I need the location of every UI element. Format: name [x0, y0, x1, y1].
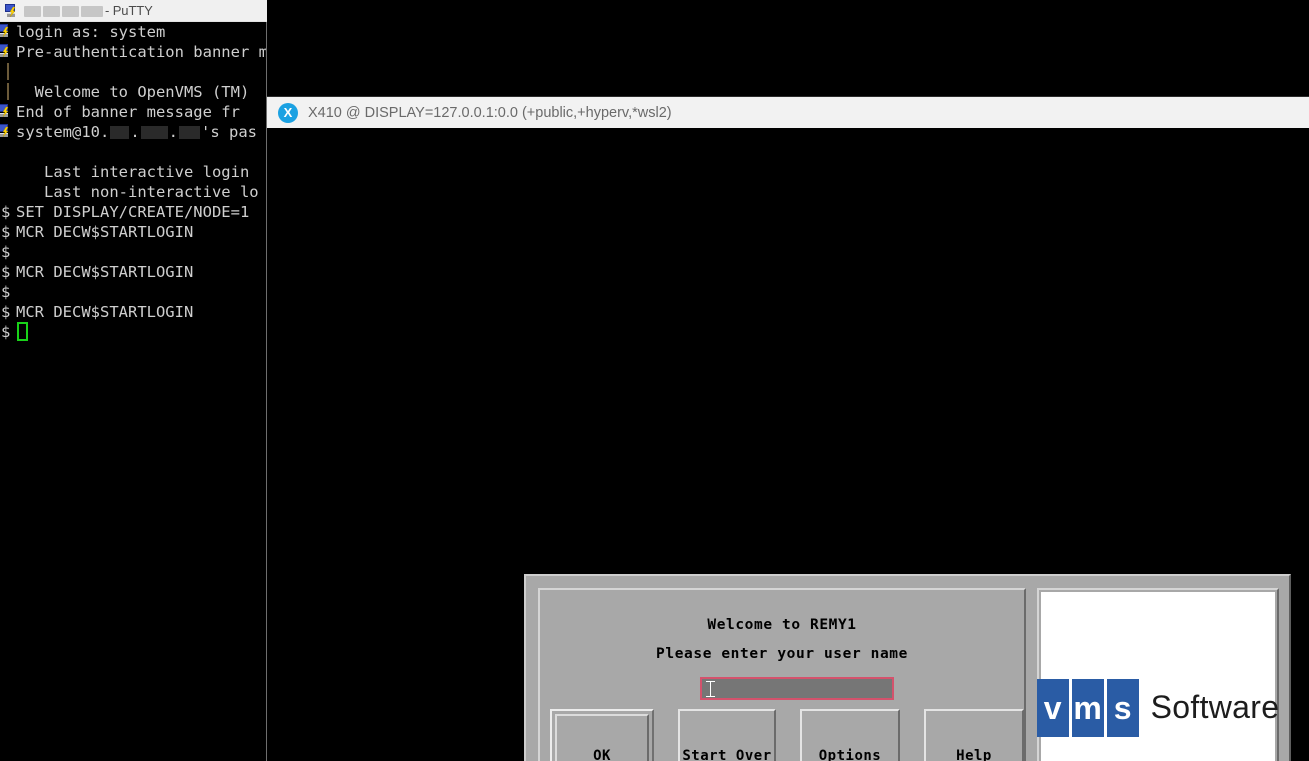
terminal-cursor [17, 322, 28, 341]
putty-icon [0, 22, 16, 42]
terminal-prompt-dollar: $ [0, 302, 16, 322]
terminal-line-text: SET DISPLAY/CREATE/NODE=1 [16, 202, 249, 222]
terminal-line [0, 142, 16, 162]
putty-icon [0, 42, 16, 62]
terminal-line-text: Pre-authentication banner message from s… [16, 42, 266, 62]
terminal-line: $ [0, 282, 16, 302]
terminal-line: Welcome to OpenVMS (TM) [0, 82, 249, 102]
dialog-button-row: OK Start Over Options Help [550, 709, 1018, 761]
vms-logo-letter-v: v [1037, 679, 1069, 737]
start-over-button[interactable]: Start Over [678, 709, 776, 761]
ok-button[interactable]: OK [550, 709, 654, 761]
terminal-line-text: MCR DECW$STARTLOGIN [16, 222, 193, 242]
putty-title-text: - PuTTY [24, 3, 153, 18]
redacted-host-3 [62, 6, 79, 17]
x410-title-text: X410 @ DISPLAY=127.0.0.1:0.0 (+public,+h… [308, 105, 672, 121]
login-dialog-inner: Welcome to REMY1 Please enter your user … [538, 588, 1279, 761]
terminal-prompt-dollar: $ [0, 222, 16, 242]
terminal-prompt-dollar: $ [0, 242, 16, 262]
putty-window: - PuTTY login as: systemPre-authenticati… [0, 0, 267, 761]
terminal-gutter-bar [0, 82, 16, 102]
terminal-line: $MCR DECW$STARTLOGIN [0, 302, 193, 322]
terminal-line [0, 62, 16, 82]
redacted-ip-octet [179, 126, 200, 139]
terminal-gutter-bar [0, 62, 16, 82]
redacted-host-2 [43, 6, 60, 17]
terminal-prompt-dollar: $ [0, 322, 16, 342]
help-button[interactable]: Help [924, 709, 1024, 761]
vms-software-logo: v m s Software [1037, 679, 1280, 737]
terminal-line-text: MCR DECW$STARTLOGIN [16, 302, 193, 322]
x410-x-icon: X [278, 103, 298, 123]
welcome-label: Welcome to REMY1 [540, 617, 1024, 633]
x410-titlebar[interactable]: X X410 @ DISPLAY=127.0.0.1:0.0 (+public,… [267, 96, 1309, 128]
redacted-ip-octet [141, 126, 168, 139]
vms-logo-word: Software [1151, 689, 1280, 726]
redacted-host-4 [81, 6, 103, 17]
terminal-line-text: system@10...'s pas [16, 122, 257, 142]
terminal-line: Pre-authentication banner message from s… [0, 42, 266, 62]
vms-logo-panel: v m s Software [1041, 592, 1275, 761]
terminal-line-text: MCR DECW$STARTLOGIN [16, 262, 193, 282]
terminal-line: $MCR DECW$STARTLOGIN [0, 262, 193, 282]
vms-logo-letter-m: m [1072, 679, 1104, 737]
terminal-prompt-dollar: $ [0, 282, 16, 302]
decwindows-login-dialog: Welcome to REMY1 Please enter your user … [524, 574, 1291, 761]
screen: - PuTTY login as: systemPre-authenticati… [0, 0, 1309, 761]
terminal-gutter-empty [0, 162, 16, 182]
button-label: Options [819, 748, 882, 761]
terminal-line: $ [0, 242, 16, 262]
terminal-gutter-empty [0, 182, 16, 202]
terminal-gutter-empty [0, 142, 16, 162]
terminal-line-text: Last interactive login [16, 162, 249, 182]
options-button[interactable]: Options [800, 709, 900, 761]
terminal-line: $SET DISPLAY/CREATE/NODE=1 [0, 202, 249, 222]
terminal-line: $MCR DECW$STARTLOGIN [0, 222, 193, 242]
x410-canvas: Welcome to REMY1 Please enter your user … [267, 128, 1309, 761]
terminal-line: $ [0, 322, 16, 342]
redacted-ip-octet [110, 126, 129, 139]
putty-icon [0, 122, 16, 142]
terminal-line-text: End of banner message fr [16, 102, 240, 122]
terminal-line-text: Welcome to OpenVMS (TM) [16, 82, 249, 102]
username-input[interactable] [700, 677, 894, 700]
login-form-panel: Welcome to REMY1 Please enter your user … [538, 588, 1026, 761]
logo-panel-frame: v m s Software [1037, 588, 1279, 761]
vms-logo-letter-s: s [1107, 679, 1139, 737]
terminal-prompt-dollar: $ [0, 262, 16, 282]
username-prompt-label: Please enter your user name [540, 646, 1024, 662]
terminal-line: Last interactive login [0, 162, 249, 182]
terminal-line: End of banner message fr [0, 102, 240, 122]
terminal-line-text: login as: system [16, 22, 165, 42]
terminal-line: Last non-interactive lo [0, 182, 259, 202]
putty-title-suffix: - PuTTY [105, 3, 153, 18]
putty-icon [0, 102, 16, 122]
terminal-line-text: Last non-interactive lo [16, 182, 259, 202]
terminal-prompt-dollar: $ [0, 202, 16, 222]
button-default-bevel: OK [555, 714, 649, 761]
terminal-line: system@10...'s pas [0, 122, 257, 142]
putty-titlebar[interactable]: - PuTTY [0, 0, 267, 22]
button-label: OK [593, 748, 611, 761]
button-label: Help [956, 748, 992, 761]
text-caret [706, 681, 715, 697]
x410-window: X X410 @ DISPLAY=127.0.0.1:0.0 (+public,… [267, 96, 1309, 761]
terminal-output[interactable]: login as: systemPre-authentication banne… [0, 22, 266, 761]
button-label: Start Over [682, 748, 771, 761]
redacted-host-1 [24, 6, 41, 17]
terminal-line: login as: system [0, 22, 165, 42]
putty-icon [4, 3, 20, 19]
